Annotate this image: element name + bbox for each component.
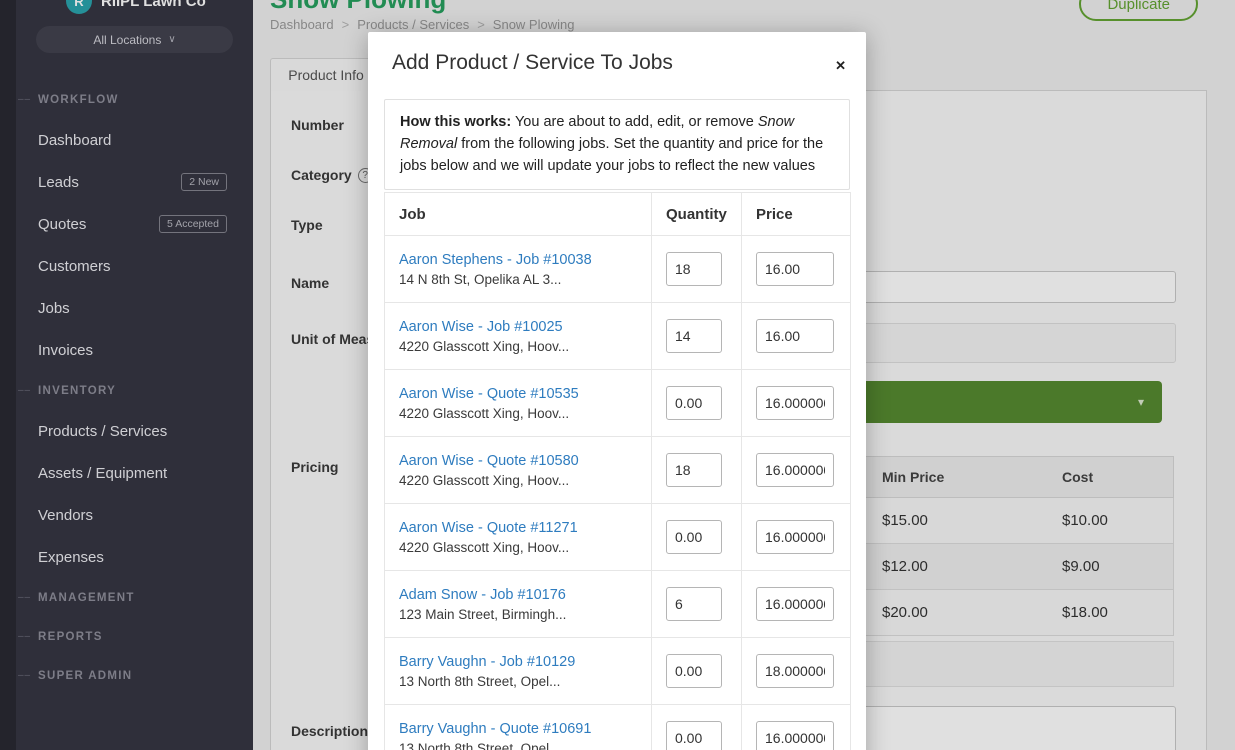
price-input[interactable] <box>756 252 834 286</box>
job-address: 13 North 8th Street, Opel... <box>399 674 643 689</box>
price-cell <box>742 638 851 705</box>
job-link[interactable]: Aaron Wise - Quote #10580 <box>399 453 643 469</box>
job-link[interactable]: Aaron Stephens - Job #10038 <box>399 252 643 268</box>
price-input[interactable] <box>756 654 834 688</box>
job-link[interactable]: Aaron Wise - Quote #11271 <box>399 520 643 536</box>
job-cell: Aaron Wise - Quote #11271 4220 Glasscott… <box>385 504 652 571</box>
job-cell: Aaron Wise - Job #10025 4220 Glasscott X… <box>385 303 652 370</box>
quantity-input[interactable] <box>666 453 722 487</box>
col-job: Job <box>385 193 652 236</box>
quantity-input[interactable] <box>666 252 722 286</box>
job-cell: Barry Vaughn - Job #10129 13 North 8th S… <box>385 638 652 705</box>
job-address: 14 N 8th St, Opelika AL 3... <box>399 272 643 287</box>
quantity-cell <box>652 370 742 437</box>
quantity-input[interactable] <box>666 386 722 420</box>
app: R RIIPL Lawn Co All Locations ∨ ‒‒ WORKF… <box>0 0 1235 750</box>
price-input[interactable] <box>756 520 834 554</box>
job-link[interactable]: Barry Vaughn - Quote #10691 <box>399 721 643 737</box>
job-cell: Aaron Wise - Quote #10580 4220 Glasscott… <box>385 437 652 504</box>
job-row: Aaron Wise - Quote #10535 4220 Glasscott… <box>385 370 851 437</box>
info-text-2: from the following jobs. Set the quantit… <box>400 136 823 174</box>
info-text-1: You are about to add, edit, or remove <box>511 114 758 130</box>
job-row: Aaron Wise - Quote #10580 4220 Glasscott… <box>385 437 851 504</box>
price-input[interactable] <box>756 453 834 487</box>
quantity-input[interactable] <box>666 654 722 688</box>
modal-header: Add Product / Service To Jobs ✕ <box>368 32 866 85</box>
job-address: 123 Main Street, Birmingh... <box>399 607 643 622</box>
quantity-cell <box>652 236 742 303</box>
info-bold: How this works: <box>400 114 511 130</box>
quantity-cell <box>652 638 742 705</box>
job-row: Aaron Wise - Quote #11271 4220 Glasscott… <box>385 504 851 571</box>
quantity-cell <box>652 571 742 638</box>
job-address: 13 North 8th Street, Opel... <box>399 741 643 750</box>
job-row: Adam Snow - Job #10176 123 Main Street, … <box>385 571 851 638</box>
job-address: 4220 Glasscott Xing, Hoov... <box>399 406 643 421</box>
quantity-cell <box>652 437 742 504</box>
job-cell: Aaron Stephens - Job #10038 14 N 8th St,… <box>385 236 652 303</box>
job-row: Barry Vaughn - Job #10129 13 North 8th S… <box>385 638 851 705</box>
price-cell <box>742 571 851 638</box>
quantity-input[interactable] <box>666 721 722 750</box>
job-cell: Adam Snow - Job #10176 123 Main Street, … <box>385 571 652 638</box>
job-row: Barry Vaughn - Quote #10691 13 North 8th… <box>385 705 851 750</box>
price-cell <box>742 705 851 750</box>
quantity-cell <box>652 303 742 370</box>
quantity-cell <box>652 504 742 571</box>
job-link[interactable]: Aaron Wise - Quote #10535 <box>399 386 643 402</box>
how-it-works-note: How this works: You are about to add, ed… <box>384 99 850 190</box>
job-row: Aaron Wise - Job #10025 4220 Glasscott X… <box>385 303 851 370</box>
job-row: Aaron Stephens - Job #10038 14 N 8th St,… <box>385 236 851 303</box>
jobs-table-header-row: Job Quantity Price <box>385 193 851 236</box>
jobs-table-body: Aaron Stephens - Job #10038 14 N 8th St,… <box>385 236 851 750</box>
price-input[interactable] <box>756 587 834 621</box>
price-input[interactable] <box>756 721 834 750</box>
jobs-table: Job Quantity Price Aaron Stephens - Job … <box>384 192 851 750</box>
quantity-cell <box>652 705 742 750</box>
add-product-modal: Add Product / Service To Jobs ✕ How this… <box>368 32 866 750</box>
modal-title: Add Product / Service To Jobs <box>392 51 842 75</box>
quantity-input[interactable] <box>666 587 722 621</box>
job-address: 4220 Glasscott Xing, Hoov... <box>399 473 643 488</box>
price-cell <box>742 437 851 504</box>
job-link[interactable]: Aaron Wise - Job #10025 <box>399 319 643 335</box>
job-address: 4220 Glasscott Xing, Hoov... <box>399 339 643 354</box>
col-price: Price <box>742 193 851 236</box>
close-icon[interactable]: ✕ <box>835 58 846 74</box>
price-input[interactable] <box>756 319 834 353</box>
price-cell <box>742 504 851 571</box>
price-input[interactable] <box>756 386 834 420</box>
job-cell: Aaron Wise - Quote #10535 4220 Glasscott… <box>385 370 652 437</box>
price-cell <box>742 370 851 437</box>
col-quantity: Quantity <box>652 193 742 236</box>
job-cell: Barry Vaughn - Quote #10691 13 North 8th… <box>385 705 652 750</box>
price-cell <box>742 236 851 303</box>
quantity-input[interactable] <box>666 520 722 554</box>
job-link[interactable]: Barry Vaughn - Job #10129 <box>399 654 643 670</box>
job-link[interactable]: Adam Snow - Job #10176 <box>399 587 643 603</box>
job-address: 4220 Glasscott Xing, Hoov... <box>399 540 643 555</box>
price-cell <box>742 303 851 370</box>
quantity-input[interactable] <box>666 319 722 353</box>
